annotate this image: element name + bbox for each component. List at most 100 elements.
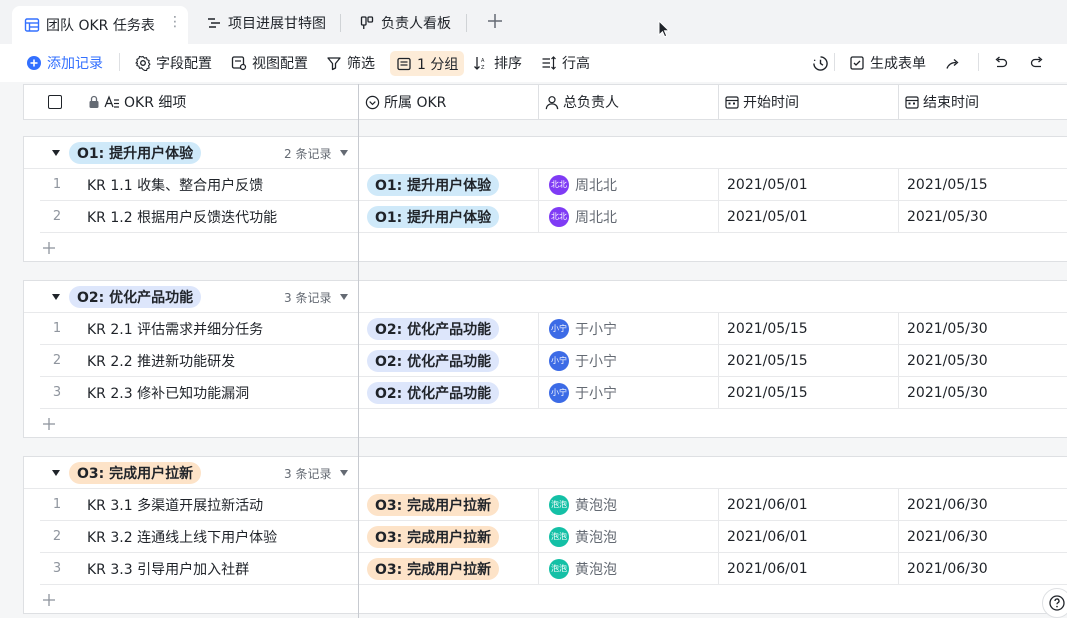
group-menu-triangle-icon[interactable] xyxy=(340,150,348,156)
add-view-plus-icon[interactable] xyxy=(486,12,504,30)
history-button[interactable] xyxy=(812,51,834,75)
group-block: O2: 优化产品功能 3 条记录 1 KR 2.1 评估需求并细分任务 O2: 优化产品… xyxy=(23,280,1067,438)
tab-divider xyxy=(340,14,341,32)
okr-item-cell[interactable]: KR 2.2 推进新功能研发 xyxy=(40,345,359,376)
end-date-cell[interactable]: 2021/05/30 xyxy=(899,377,1067,408)
start-date-cell[interactable]: 2021/05/15 xyxy=(719,345,899,376)
okr-item-cell[interactable]: KR 1.1 收集、整合用户反馈 xyxy=(40,169,359,200)
owner-cell[interactable]: 北北 周北北 xyxy=(539,169,719,200)
add-record-button[interactable]: 添加记录 xyxy=(26,51,103,75)
okr-cell[interactable]: O3: 完成用户拉新 xyxy=(359,489,539,520)
start-date: 2021/05/15 xyxy=(727,352,808,369)
owner-cell[interactable]: 北北 周北北 xyxy=(539,201,719,232)
column-header-owner[interactable]: 总负责人 xyxy=(539,85,719,119)
more-vertical-icon[interactable]: ⋮ xyxy=(168,14,182,30)
table-row[interactable]: 1 KR 2.1 评估需求并细分任务 O2: 优化产品功能 小宁 于小宁 2021/05/… xyxy=(40,313,1067,345)
end-date-cell[interactable]: 2021/06/30 xyxy=(899,521,1067,552)
column-header-end[interactable]: 结束时间 xyxy=(899,85,1067,119)
table-row[interactable]: 3 KR 3.3 引导用户加入社群 O3: 完成用户拉新 泡泡 黄泡泡 2021/06/0… xyxy=(40,553,1067,585)
collapse-triangle-icon[interactable] xyxy=(52,470,60,476)
tab-kanban[interactable]: 负责人看板 xyxy=(359,6,451,40)
okr-item-cell[interactable]: KR 2.1 评估需求并细分任务 xyxy=(40,313,359,344)
okr-item-cell[interactable]: KR 3.3 引导用户加入社群 xyxy=(40,553,359,584)
okr-cell[interactable]: O3: 完成用户拉新 xyxy=(359,553,539,584)
owner-name: 周北北 xyxy=(575,209,617,226)
owner-cell[interactable]: 小宁 于小宁 xyxy=(539,313,719,344)
filter-button[interactable]: 筛选 xyxy=(326,51,375,75)
table-row[interactable]: 1 KR 3.1 多渠道开展拉新活动 O3: 完成用户拉新 泡泡 黄泡泡 2021/06/… xyxy=(40,489,1067,521)
owner-cell[interactable]: 泡泡 黄泡泡 xyxy=(539,553,719,584)
start-date-cell[interactable]: 2021/06/01 xyxy=(719,521,899,552)
column-header-start[interactable]: 开始时间 xyxy=(719,85,899,119)
start-date-cell[interactable]: 2021/06/01 xyxy=(719,489,899,520)
row-height-button[interactable]: 行高 xyxy=(541,51,590,75)
group-button[interactable]: 1 分组 xyxy=(390,51,465,76)
sort-button[interactable]: AZ 排序 xyxy=(473,51,522,75)
table-row[interactable]: 2 KR 2.2 推进新功能研发 O2: 优化产品功能 小宁 于小宁 2021/05/15… xyxy=(40,345,1067,377)
person-icon xyxy=(545,95,559,109)
table-row[interactable]: 1 KR 1.1 收集、整合用户反馈 O1: 提升用户体验 北北 周北北 2021/05/… xyxy=(40,169,1067,201)
start-date-cell[interactable]: 2021/05/01 xyxy=(719,201,899,232)
plus-icon xyxy=(43,242,55,254)
end-date-cell[interactable]: 2021/05/30 xyxy=(899,201,1067,232)
redo-button[interactable] xyxy=(1029,51,1050,75)
add-row-button[interactable] xyxy=(40,233,1067,263)
okr-cell[interactable]: O1: 提升用户体验 xyxy=(359,201,539,232)
okr-item-text: KR 2.3 修补已知功能漏洞 xyxy=(87,385,250,402)
owner-cell[interactable]: 小宁 于小宁 xyxy=(539,345,719,376)
share-button[interactable] xyxy=(945,51,966,75)
table-row[interactable]: 3 KR 2.3 修补已知功能漏洞 O2: 优化产品功能 小宁 于小宁 2021/05/1… xyxy=(40,377,1067,409)
end-date: 2021/05/30 xyxy=(907,208,988,225)
start-date-cell[interactable]: 2021/05/15 xyxy=(719,377,899,408)
group-header[interactable]: O1: 提升用户体验 2 条记录 xyxy=(24,137,1067,169)
okr-item-cell[interactable]: KR 2.3 修补已知功能漏洞 xyxy=(40,377,359,408)
help-button[interactable] xyxy=(1042,588,1067,618)
start-date-cell[interactable]: 2021/05/15 xyxy=(719,313,899,344)
okr-item-cell[interactable]: KR 3.2 连通线上线下用户体验 xyxy=(40,521,359,552)
collapse-triangle-icon[interactable] xyxy=(52,294,60,300)
gantt-icon xyxy=(206,15,222,31)
end-date-cell[interactable]: 2021/06/30 xyxy=(899,489,1067,520)
field-config-button[interactable]: 字段配置 xyxy=(135,51,212,75)
group-header[interactable]: O3: 完成用户拉新 3 条记录 xyxy=(24,457,1067,489)
generate-form-button[interactable]: 生成表单 xyxy=(849,51,926,75)
okr-cell[interactable]: O2: 优化产品功能 xyxy=(359,377,539,408)
group-menu-triangle-icon[interactable] xyxy=(340,470,348,476)
column-header-okr[interactable]: 所属 OKR xyxy=(359,85,539,119)
avatar: 小宁 xyxy=(549,318,569,339)
okr-cell[interactable]: O2: 优化产品功能 xyxy=(359,313,539,344)
end-date-cell[interactable]: 2021/06/30 xyxy=(899,553,1067,584)
okr-item-text: KR 1.2 根据用户反馈迭代功能 xyxy=(87,209,278,226)
group-record-count: 3 条记录 xyxy=(284,291,332,305)
column-header-okr-item[interactable]: OKR 细项 xyxy=(24,85,359,119)
end-date-cell[interactable]: 2021/05/30 xyxy=(899,313,1067,344)
owner-cell[interactable]: 泡泡 黄泡泡 xyxy=(539,521,719,552)
select-all-checkbox[interactable] xyxy=(48,95,62,109)
end-date-cell[interactable]: 2021/05/15 xyxy=(899,169,1067,200)
calendar-icon xyxy=(725,96,739,109)
end-date-cell[interactable]: 2021/05/30 xyxy=(899,345,1067,376)
okr-item-cell[interactable]: KR 3.1 多渠道开展拉新活动 xyxy=(40,489,359,520)
group-header[interactable]: O2: 优化产品功能 3 条记录 xyxy=(24,281,1067,313)
add-row-button[interactable] xyxy=(40,409,1067,439)
tab-gantt[interactable]: 项目进展甘特图 xyxy=(206,6,326,40)
collapse-triangle-icon[interactable] xyxy=(52,150,60,156)
table-row[interactable]: 2 KR 3.2 连通线上线下用户体验 O3: 完成用户拉新 泡泡 黄泡泡 2021/06… xyxy=(40,521,1067,553)
view-config-button[interactable]: 视图配置 xyxy=(231,51,308,75)
start-date-cell[interactable]: 2021/06/01 xyxy=(719,553,899,584)
group-menu-triangle-icon[interactable] xyxy=(340,294,348,300)
add-row-button[interactable] xyxy=(40,585,1067,615)
okr-tag: O1: 提升用户体验 xyxy=(367,205,500,228)
tab-okr-table[interactable]: 团队 OKR 任务表 ⋮ xyxy=(12,6,188,44)
okr-cell[interactable]: O2: 优化产品功能 xyxy=(359,345,539,376)
owner-cell[interactable]: 小宁 于小宁 xyxy=(539,377,719,408)
column-label: OKR 细项 xyxy=(124,95,187,111)
owner-cell[interactable]: 泡泡 黄泡泡 xyxy=(539,489,719,520)
okr-item-cell[interactable]: KR 1.2 根据用户反馈迭代功能 xyxy=(40,201,359,232)
column-label: 开始时间 xyxy=(743,95,799,111)
okr-cell[interactable]: O1: 提升用户体验 xyxy=(359,169,539,200)
start-date-cell[interactable]: 2021/05/01 xyxy=(719,169,899,200)
table-row[interactable]: 2 KR 1.2 根据用户反馈迭代功能 O1: 提升用户体验 北北 周北北 2021/05… xyxy=(40,201,1067,233)
okr-cell[interactable]: O3: 完成用户拉新 xyxy=(359,521,539,552)
undo-button[interactable] xyxy=(993,51,1014,75)
